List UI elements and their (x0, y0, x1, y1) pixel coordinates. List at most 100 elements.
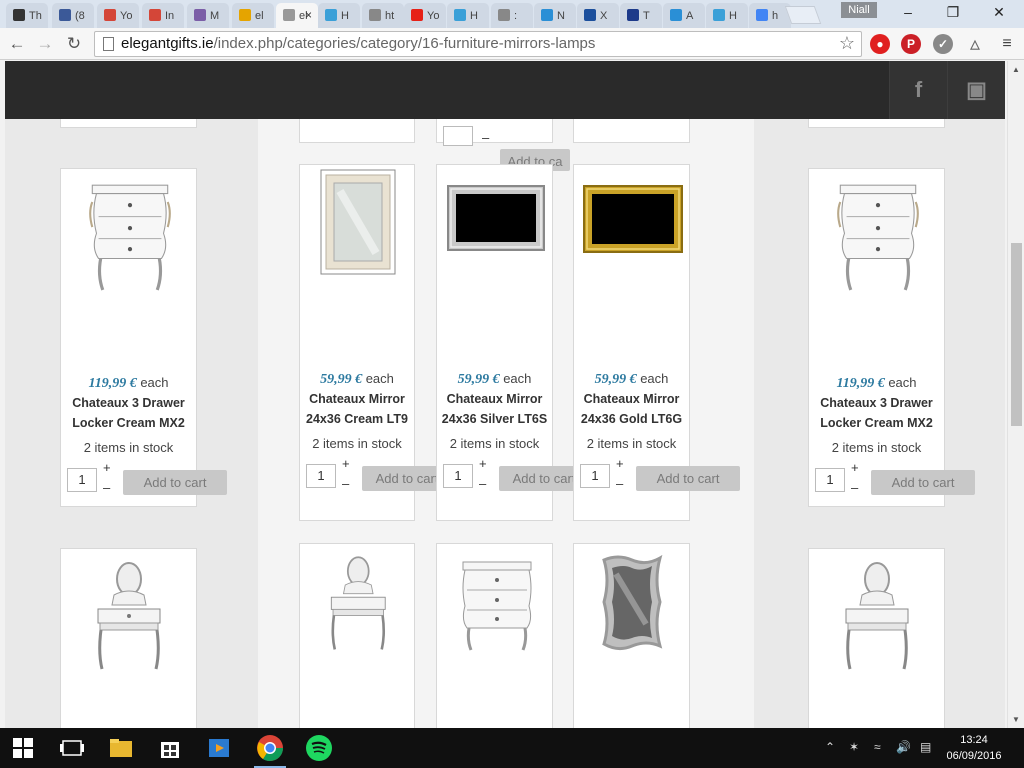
product-name-line2[interactable]: Locker Cream MX2 (61, 413, 196, 433)
wavy-mirror-image[interactable] (598, 554, 666, 652)
minimize-icon[interactable]: – (896, 4, 920, 22)
product-card[interactable] (573, 543, 690, 728)
extension-check-icon[interactable]: ✓ (933, 34, 953, 54)
product-name-line1[interactable]: Chateaux 3 Drawer (61, 393, 196, 413)
task-view-icon[interactable] (60, 736, 84, 760)
product-card[interactable]: 59,99 € each Chateaux Mirror 24x36 Silver … (436, 164, 589, 521)
tab-close-icon[interactable]: × (305, 8, 312, 22)
notifications-icon[interactable]: ▤ (920, 740, 931, 754)
product-name-line2[interactable]: 24x36 Cream LT9 (300, 409, 414, 429)
address-bar[interactable]: elegantgifts.ie/index.php/categories/cat… (94, 31, 862, 57)
product-name-line2[interactable]: 24x36 Gold LT6G (574, 409, 689, 429)
taskbar-clock[interactable]: 13:24 06/09/2016 (944, 732, 1004, 764)
browser-tab[interactable]: A (663, 3, 705, 28)
product-name-line1[interactable]: Chateaux Mirror (300, 389, 414, 409)
locker-image[interactable] (457, 558, 537, 653)
product-card[interactable] (436, 543, 553, 728)
browser-tab[interactable]: N (534, 3, 576, 28)
quantity-input[interactable]: 1 (815, 468, 845, 492)
bookmark-star-icon[interactable]: ☆ (839, 33, 855, 54)
cream-mirror-image[interactable] (320, 169, 396, 279)
show-hidden-icons-icon[interactable]: ⌃ (825, 740, 835, 754)
quantity-input[interactable]: 1 (306, 464, 336, 488)
product-name-line2[interactable]: 24x36 Silver LT6S (437, 409, 552, 429)
chrome-menu-icon[interactable]: ≡ (997, 34, 1017, 54)
add-to-cart-button[interactable]: Add to cart (636, 466, 740, 491)
product-name-line1[interactable]: Chateaux 3 Drawer (809, 393, 944, 413)
product-name-line1[interactable]: Chateaux Mirror (437, 389, 552, 409)
product-card[interactable]: 59,99 € each Chateaux Mirror 24x36 Cream L… (299, 164, 452, 521)
browser-tab[interactable]: T (620, 3, 662, 28)
maximize-icon[interactable]: ❐ (941, 4, 965, 22)
forward-icon[interactable]: → (34, 33, 56, 55)
page-scrollbar[interactable]: ▲ ▼ (1007, 61, 1024, 728)
pinterest-icon[interactable]: P (901, 34, 921, 54)
quantity-decrease-button[interactable]: – (479, 476, 486, 491)
new-tab-button[interactable] (784, 6, 822, 24)
file-explorer-icon[interactable] (109, 736, 133, 760)
reload-icon[interactable]: ↻ (63, 33, 85, 55)
product-card[interactable] (808, 548, 945, 728)
chrome-icon[interactable] (256, 734, 284, 762)
browser-tab[interactable]: X (577, 3, 619, 28)
quantity-decrease-button[interactable]: – (342, 476, 349, 491)
product-card[interactable] (60, 548, 197, 728)
browser-tab[interactable]: Yo (404, 3, 446, 28)
product-name-line2[interactable]: Locker Cream MX2 (809, 413, 944, 433)
quantity-decrease-button[interactable]: – (482, 130, 489, 145)
quantity-input[interactable] (443, 126, 473, 146)
windows-start-icon[interactable] (13, 738, 33, 758)
quantity-input[interactable]: 1 (67, 468, 97, 492)
vanity-table-image[interactable] (86, 557, 176, 672)
browser-tab[interactable]: H (318, 3, 360, 28)
product-name-line1[interactable]: Chateaux Mirror (574, 389, 689, 409)
add-to-cart-button[interactable]: Add to cart (871, 470, 975, 495)
quantity-input[interactable]: 1 (443, 464, 473, 488)
product-card[interactable]: 119,99 € each Chateaux 3 Drawer Locker Cre… (808, 168, 975, 507)
back-icon[interactable]: ← (6, 33, 28, 55)
quantity-input[interactable]: 1 (580, 464, 610, 488)
spotify-icon[interactable] (305, 734, 333, 762)
wifi-icon[interactable]: ≈ (874, 740, 881, 754)
scroll-down-icon[interactable]: ▼ (1012, 715, 1020, 724)
scroll-up-icon[interactable]: ▲ (1012, 65, 1020, 74)
quantity-increase-button[interactable]: + (342, 456, 350, 471)
scroll-thumb[interactable] (1011, 243, 1022, 426)
browser-tab[interactable]: (8 (52, 3, 94, 28)
browser-tab[interactable]: In (142, 3, 184, 28)
quantity-increase-button[interactable]: + (103, 460, 111, 475)
browser-tab[interactable]: : (491, 3, 533, 28)
browser-tab[interactable]: el (232, 3, 274, 28)
network-app-icon[interactable]: ✶ (849, 740, 859, 754)
vanity-table-image[interactable] (320, 552, 400, 652)
store-icon[interactable] (158, 736, 182, 760)
close-window-icon[interactable]: ✕ (987, 4, 1011, 22)
browser-tab[interactable]: ht (362, 3, 404, 28)
adblock-icon[interactable]: ● (870, 34, 890, 54)
gold-mirror-image[interactable] (583, 185, 683, 295)
instagram-icon[interactable]: ▣ (947, 61, 1005, 119)
quantity-decrease-button[interactable]: – (616, 476, 623, 491)
volume-icon[interactable]: 🔊 (896, 740, 911, 754)
product-card[interactable]: 119,99 € each Chateaux 3 Drawer Locker Cre… (60, 168, 227, 507)
quantity-increase-button[interactable]: + (851, 460, 859, 475)
quantity-decrease-button[interactable]: – (103, 480, 110, 495)
browser-tab[interactable]: el × (276, 3, 318, 28)
quantity-increase-button[interactable]: + (479, 456, 487, 471)
quantity-increase-button[interactable]: + (616, 456, 624, 471)
quantity-decrease-button[interactable]: – (851, 480, 858, 495)
product-card[interactable]: 59,99 € each Chateaux Mirror 24x36 Gold LT… (573, 164, 740, 521)
add-to-cart-button[interactable]: Add to cart (123, 470, 227, 495)
browser-tab[interactable]: Yo (97, 3, 139, 28)
silver-mirror-image[interactable] (447, 185, 545, 295)
locker-image[interactable] (836, 181, 920, 291)
product-card[interactable] (299, 543, 415, 728)
facebook-icon[interactable]: f (889, 61, 947, 119)
vanity-table-image[interactable] (834, 557, 924, 672)
profile-button[interactable]: Niall (841, 2, 877, 18)
browser-tab[interactable]: H (447, 3, 489, 28)
media-player-icon[interactable] (207, 736, 231, 760)
warning-icon[interactable]: △ (965, 34, 985, 54)
browser-tab[interactable]: H (706, 3, 748, 28)
locker-image[interactable] (88, 181, 172, 291)
